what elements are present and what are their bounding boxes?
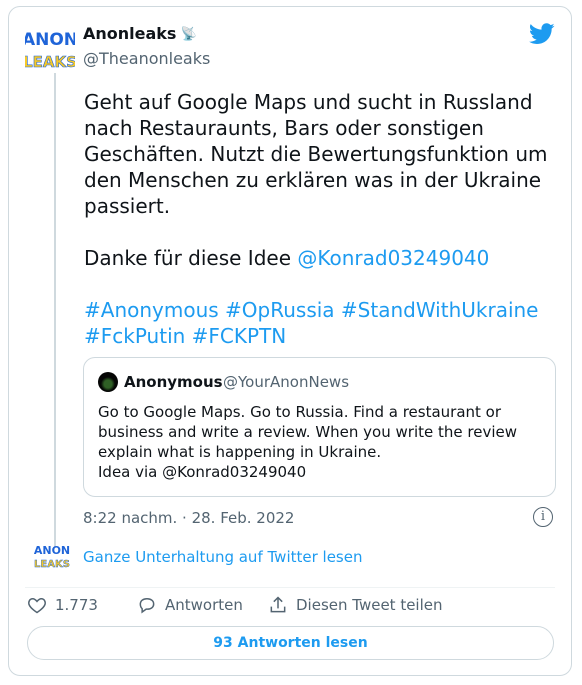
read-full-conversation-link[interactable]: Ganze Unterhaltung auf Twitter lesen	[83, 548, 362, 566]
tweet-body: Geht auf Google Maps und sucht in Russla…	[84, 89, 552, 349]
hashtag-line-2[interactable]: #FckPutin #FCKPTN	[84, 324, 286, 348]
quoted-tweet-text: Go to Google Maps. Go to Russia. Find a …	[98, 403, 517, 481]
quoted-author-handle[interactable]: @YourAnonNews	[223, 373, 349, 391]
svg-text:ANON: ANON	[34, 544, 70, 557]
tweet-timestamp[interactable]: 8:22 nachm. · 28. Feb. 2022	[83, 509, 294, 527]
like-count: 1.773	[55, 596, 98, 614]
satellite-icon: 📡	[180, 27, 197, 42]
info-icon[interactable]: i	[533, 507, 553, 527]
reply-label: Antworten	[165, 596, 243, 614]
author-name[interactable]: Anonleaks 📡	[83, 24, 197, 43]
tweet-paragraph: Geht auf Google Maps und sucht in Russla…	[84, 90, 548, 218]
hashtag-line-1[interactable]: #Anonymous #OpRussia #StandWithUkraine	[84, 298, 538, 322]
share-icon	[270, 596, 286, 613]
divider	[25, 587, 555, 588]
twitter-bird-icon[interactable]	[529, 23, 555, 45]
quoted-tweet[interactable]: Anonymous @YourAnonNews Go to Google Map…	[83, 357, 556, 497]
share-button[interactable]: Diesen Tweet teilen	[268, 595, 443, 615]
svg-text:LEAKS: LEAKS	[34, 559, 70, 570]
embedded-tweet-card: ANON LEAKS Anonleaks 📡 @Theanonleaks Geht…	[8, 6, 572, 676]
mention-link[interactable]: @Konrad03249040	[297, 246, 489, 270]
svg-text:LEAKS: LEAKS	[25, 53, 75, 71]
share-label: Diesen Tweet teilen	[296, 596, 443, 614]
tweet-thanks-text: Danke für diese Idee	[84, 246, 298, 270]
quoted-author-name[interactable]: Anonymous	[124, 373, 223, 391]
read-replies-button[interactable]: 93 Antworten lesen	[27, 626, 554, 660]
heart-icon	[28, 597, 46, 614]
thread-line	[54, 73, 56, 547]
reply-bubble-icon	[139, 597, 155, 614]
reply-button[interactable]: Antworten	[137, 595, 243, 615]
quoted-avatar[interactable]	[98, 372, 118, 392]
anonleaks-avatar-logo[interactable]: ANON LEAKS	[25, 23, 75, 71]
author-handle[interactable]: @Theanonleaks	[83, 49, 210, 68]
anonleaks-small-logo: ANON LEAKS	[34, 544, 70, 570]
like-button[interactable]: 1.773	[27, 595, 98, 615]
svg-text:ANON: ANON	[25, 30, 75, 50]
